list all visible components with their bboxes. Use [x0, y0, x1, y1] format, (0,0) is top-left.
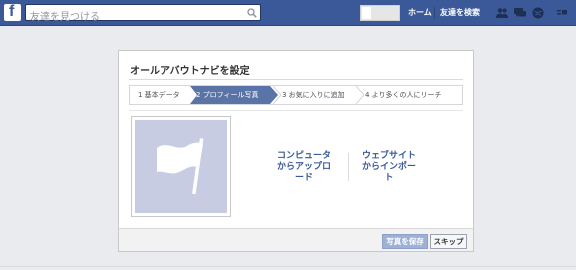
upload-option-line: コンピュータ [277, 151, 332, 161]
step-reach-more-people[interactable]: 4 より多くの人にリーチ [357, 86, 442, 104]
import-from-website-link[interactable]: ウェブサイト からインポー ト [362, 151, 416, 184]
search-input[interactable] [26, 10, 236, 25]
settings-icon[interactable] [556, 7, 568, 19]
import-option-line: からインポー [362, 162, 417, 172]
steps-divider [129, 110, 463, 111]
navigation-setup-dialog: オールアバウトナビを設定 1 基本データ 2 プロフィール写真 3 お気に入りに… [118, 50, 474, 252]
flag-icon [157, 138, 204, 195]
dialog-title: オールアバウトナビを設定 [130, 66, 250, 77]
messages-icon[interactable] [514, 7, 526, 19]
facebook-logo-letter: f [9, 3, 15, 20]
nav-divider [434, 7, 435, 19]
import-option-line: ウェブサイト [362, 151, 417, 161]
upload-from-computer-link[interactable]: コンピュータ からアップロ ード [277, 151, 331, 184]
skip-button[interactable]: スキップ [430, 234, 467, 249]
upload-option-line: ード [295, 173, 314, 183]
home-link[interactable]: ホーム [408, 7, 432, 18]
facebook-logo[interactable]: f [4, 3, 21, 21]
search-icon[interactable] [247, 8, 257, 18]
option-divider [348, 153, 349, 181]
dialog-footer: 写真を保存 スキップ [119, 228, 473, 251]
title-divider [129, 79, 463, 80]
step-profile-photo[interactable]: 2 プロフィール写真 [188, 86, 259, 104]
search-box [25, 4, 261, 25]
photo-placeholder-area [135, 120, 227, 213]
step-add-favorites[interactable]: 3 お気に入りに追加 [274, 86, 345, 104]
top-navigation-bar: f ホーム 友達を検索 [0, 0, 576, 26]
step-basic-data[interactable]: 1 基本データ [130, 86, 180, 104]
step-breadcrumb: 1 基本データ 2 プロフィール写真 3 お気に入りに追加 4 より多くの人にリ… [129, 85, 463, 105]
page-bottom-divider [0, 266, 576, 267]
profile-avatar[interactable] [360, 5, 400, 21]
save-photo-button[interactable]: 写真を保存 [382, 234, 428, 249]
friend-requests-icon[interactable] [496, 7, 508, 19]
notifications-icon[interactable] [532, 7, 544, 19]
upload-option-line: からアップロ [277, 162, 332, 172]
find-friends-link[interactable]: 友達を検索 [440, 7, 480, 18]
profile-photo-placeholder [131, 116, 231, 217]
import-option-line: ト [384, 173, 394, 183]
